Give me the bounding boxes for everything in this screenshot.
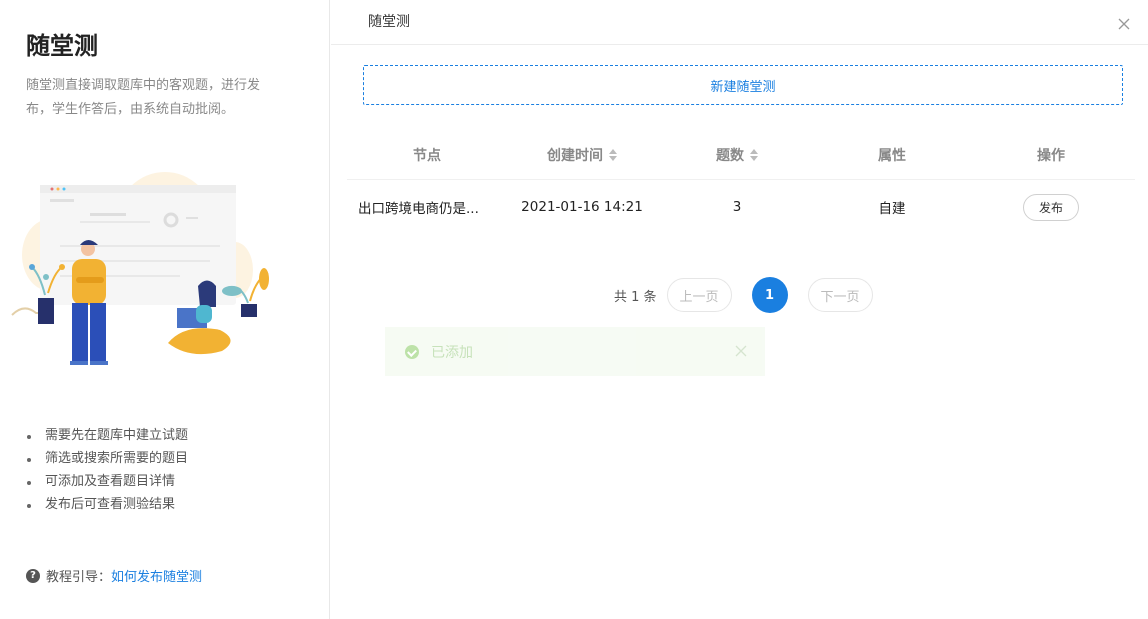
new-quiz-button[interactable]: 新建随堂测 [363,65,1123,105]
panel-header: 随堂测 [331,0,1148,45]
tip-item: 发布后可查看测验结果 [26,493,188,516]
sidebar-title: 随堂测 [26,32,98,60]
panel-title: 随堂测 [368,14,410,30]
close-icon[interactable] [735,345,747,357]
column-header-attribute: 属性 [817,145,967,165]
guide-label: 教程引导： [46,570,112,585]
page-number-current[interactable]: 1 [751,277,788,313]
table-row: 出口跨境电商仍是... 2021-01-16 14:21 3 自建 发布 [347,180,1135,234]
success-toast: 已添加 [385,327,765,376]
toast-message: 已添加 [431,344,473,361]
app-root: 随堂测 随堂测直接调取题库中的客观题，进行发布，学生作答后，由系统自动批阅。 需… [0,0,1148,619]
cell-attribute: 自建 [878,201,906,217]
cell-node: 出口跨境电商仍是... [358,201,479,217]
cell-created: 2021-01-16 14:21 [521,199,643,215]
column-header-label: 属性 [878,147,906,164]
column-header-label: 操作 [1037,147,1065,164]
column-header-count: 题数 [657,145,817,165]
column-header-action: 操作 [967,145,1135,165]
tips-list: 需要先在题库中建立试题 筛选或搜索所需要的题目 可添加及查看题目详情 发布后可查… [26,424,188,516]
quiz-table: 节点 创建时间 题数 属性 操作 出口跨境电商仍是... 2021-01-16 … [347,130,1135,234]
sort-icon[interactable] [750,148,758,161]
column-header-label: 节点 [413,147,441,164]
prev-page-button[interactable]: 上一页 [666,278,732,312]
sort-icon[interactable] [609,148,617,161]
sidebar-description: 随堂测直接调取题库中的客观题，进行发布，学生作答后，由系统自动批阅。 [26,78,261,117]
tip-item: 需要先在题库中建立试题 [26,424,188,447]
cell-action: 发布 [967,193,1135,221]
column-header-created: 创建时间 [507,145,657,165]
tutorial-guide: ? 教程引导： 如何发布随堂测 [26,566,202,585]
pagination: 共 1 条 上一页 1 下一页 [614,277,873,313]
column-header-node: 节点 [347,145,507,165]
close-icon[interactable] [1115,15,1133,33]
cell-count: 3 [732,199,742,215]
column-header-label: 题数 [716,147,744,164]
table-header: 节点 创建时间 题数 属性 操作 [347,130,1135,180]
tip-item: 筛选或搜索所需要的题目 [26,447,188,470]
publish-button[interactable]: 发布 [1023,193,1079,221]
illustration-image [11,172,269,365]
quiz-panel: 随堂测 新建随堂测 节点 创建时间 题数 属性 操作 出口跨境电商仍是... 2… [331,0,1148,619]
help-icon: ? [26,568,40,583]
guide-link[interactable]: 如何发布随堂测 [111,566,202,585]
column-header-label: 创建时间 [547,147,603,164]
tip-item: 可添加及查看题目详情 [26,470,188,493]
check-circle-icon [405,344,419,359]
info-sidebar: 随堂测 随堂测直接调取题库中的客观题，进行发布，学生作答后，由系统自动批阅。 需… [0,0,330,619]
next-page-button[interactable]: 下一页 [807,278,873,312]
total-count: 共 1 条 [614,289,657,305]
